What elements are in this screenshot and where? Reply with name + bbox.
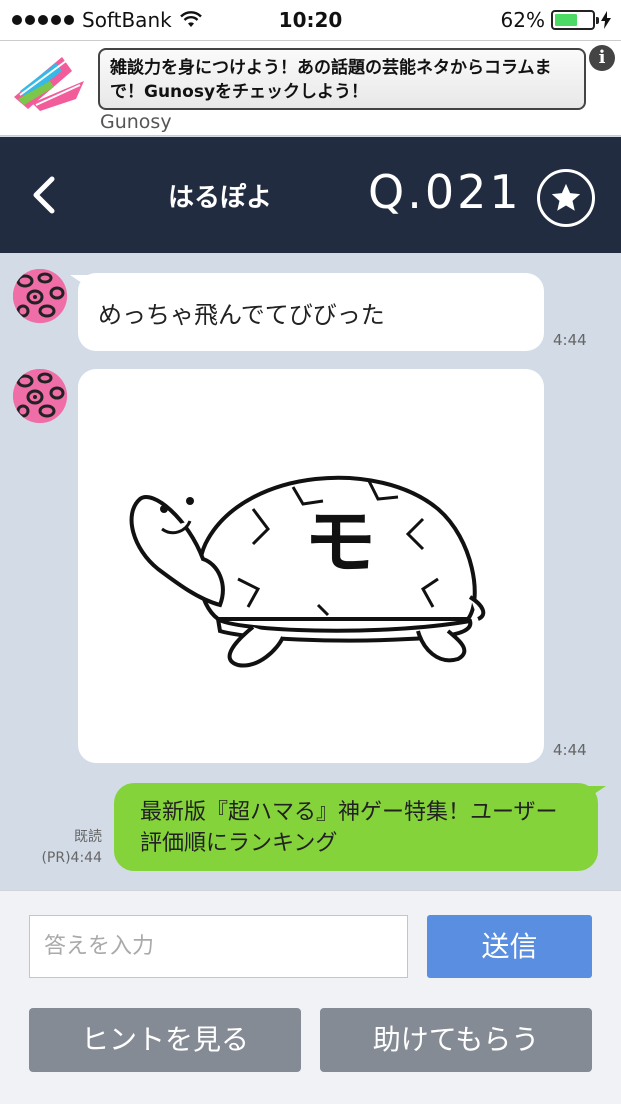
nav-bar: はるぽよ Q.021 (0, 137, 621, 253)
ad-banner[interactable]: 雑談力を身につけよう！あの話題の芸能ネタからコラムまで！Gunosyをチェックし… (0, 40, 621, 136)
chat-title: はるぽよ (167, 183, 272, 213)
info-icon[interactable]: i (589, 45, 615, 71)
leopard-avatar-icon (13, 269, 67, 323)
read-receipt: 既読 (PR)4:44 (34, 827, 102, 869)
ad-source: Gunosy (100, 111, 172, 133)
shell-character: モ (304, 500, 376, 584)
favorite-button[interactable] (537, 169, 595, 227)
avatar[interactable] (13, 269, 67, 323)
ad-text[interactable]: 雑談力を身につけよう！あの話題の芸能ネタからコラムまで！Gunosyをチェックし… (98, 48, 586, 110)
question-number: Q.021 (368, 165, 522, 219)
read-label: 既読 (74, 829, 102, 845)
status-bar: SoftBank 10:20 62% (0, 0, 621, 40)
answer-input[interactable] (29, 915, 408, 978)
message-bubble[interactable]: めっちゃ飛んでてびびった (78, 273, 544, 351)
star-icon (551, 183, 581, 211)
message-time: (PR)4:44 (41, 850, 102, 866)
gunosy-logo-icon (14, 57, 84, 111)
charging-bolt-icon (601, 11, 611, 29)
hint-button[interactable]: ヒントを見る (29, 1008, 301, 1072)
send-button[interactable]: 送信 (427, 915, 592, 978)
chevron-left-icon[interactable] (20, 167, 70, 223)
battery-icon (551, 10, 599, 30)
status-right: 62% (501, 8, 611, 32)
avatar[interactable] (13, 369, 67, 423)
answer-panel: 送信 ヒントを見る 助けてもらう (0, 890, 621, 1104)
message-time: 4:44 (553, 331, 587, 349)
turtle-illustration: モ (129, 475, 486, 668)
chat-area[interactable]: めっちゃ飛んでてびびった 4:44 モ 4:44 既読 (PR)4:44 最新版… (0, 253, 621, 890)
leopard-avatar-icon (13, 369, 67, 423)
battery-percent: 62% (500, 8, 545, 32)
message-time: 4:44 (553, 741, 587, 759)
message-bubble-self[interactable]: 最新版『超ハマる』神ゲー特集！ユーザー評価順にランキング (114, 783, 598, 871)
battery-fill (555, 14, 578, 26)
image-message[interactable]: モ (78, 369, 544, 763)
help-button[interactable]: 助けてもらう (320, 1008, 592, 1072)
